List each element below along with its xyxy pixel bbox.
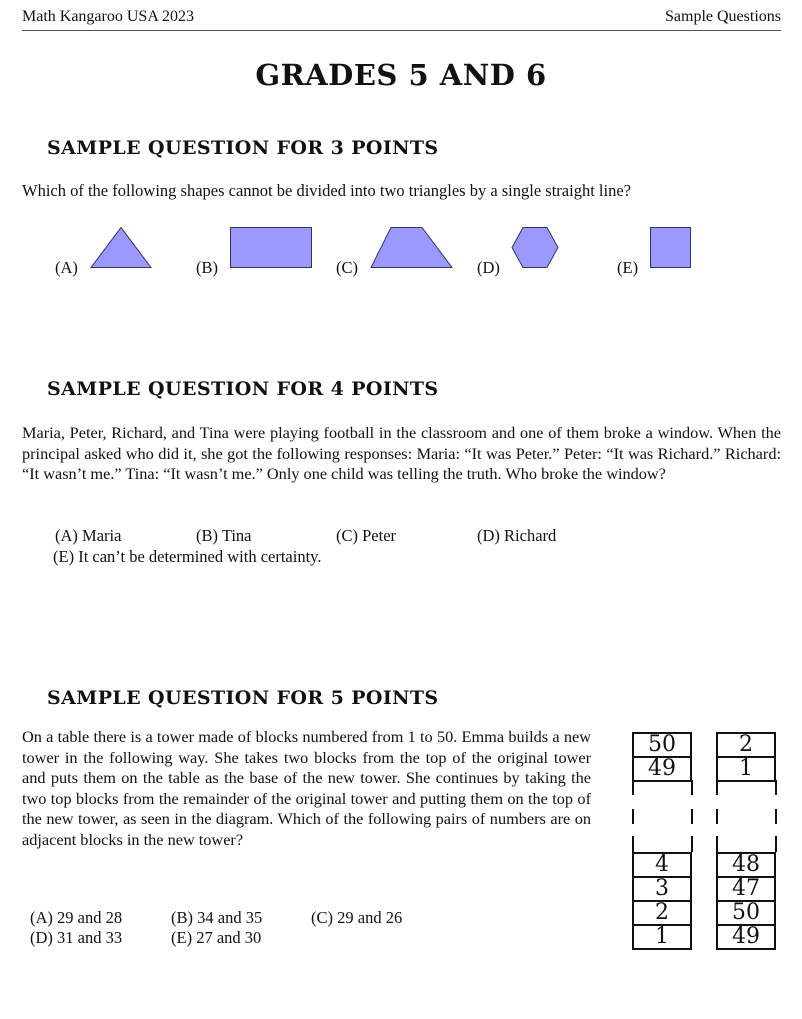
- q2-option-d: (D) Richard: [477, 526, 557, 545]
- tower-edge: [775, 836, 777, 852]
- new-tower-diagram: 2 1 48 47 50 49: [716, 732, 778, 950]
- tower-block: 3: [632, 876, 692, 902]
- tower-edge: [775, 809, 777, 824]
- q3-option-b: (B) 34 and 35: [171, 908, 263, 927]
- q1-text: Which of the following shapes cannot be …: [22, 181, 631, 200]
- tower-block: 2: [716, 732, 776, 758]
- q3-heading: SAMPLE QUESTION FOR 5 POINTS: [47, 687, 439, 709]
- tower-edge: [691, 809, 693, 824]
- tower-edge: [716, 809, 718, 824]
- tower-edge: [691, 836, 693, 852]
- page-title: GRADES 5 AND 6: [255, 58, 547, 92]
- tower-edge: [691, 780, 693, 795]
- q3-option-c: (C) 29 and 26: [311, 908, 403, 927]
- tower-edge: [775, 780, 777, 795]
- q2-text: Maria, Peter, Richard, and Tina were pla…: [22, 423, 781, 483]
- header-right-text: Sample Questions: [665, 8, 781, 25]
- q1-option-b-label: (B): [196, 258, 218, 277]
- tower-block: 1: [716, 756, 776, 782]
- tower-edge: [716, 836, 718, 852]
- tower-block: 49: [632, 756, 692, 782]
- q1-option-a-label: (A): [55, 258, 78, 277]
- q2-option-c: (C) Peter: [336, 526, 397, 545]
- header-rule: [22, 30, 781, 31]
- rectangle-shape: [230, 227, 312, 268]
- q3-option-e: (E) 27 and 30: [171, 928, 262, 947]
- q1-option-d-label: (D): [477, 258, 500, 277]
- square-shape: [650, 227, 691, 268]
- triangle-shape: [90, 226, 152, 268]
- header-left-text: Math Kangaroo USA 2023: [22, 8, 194, 25]
- tower-edge: [632, 780, 634, 795]
- tower-edge: [632, 836, 634, 852]
- q2-option-e: (E) It can’t be determined with certaint…: [53, 547, 322, 566]
- hexagon-shape: [511, 227, 559, 268]
- tower-block: 49: [716, 924, 776, 950]
- q3-option-a: (A) 29 and 28: [30, 908, 123, 927]
- tower-block: 2: [632, 900, 692, 926]
- tower-block: 1: [632, 924, 692, 950]
- q2-option-b: (B) Tina: [196, 526, 252, 545]
- original-tower-diagram: 50 49 4 3 2 1: [632, 732, 694, 950]
- tower-block: 4: [632, 852, 692, 878]
- q3-text: On a table there is a tower made of bloc…: [22, 727, 591, 849]
- q1-option-e-label: (E): [617, 258, 639, 277]
- tower-block: 50: [632, 732, 692, 758]
- trapezoid-shape: [370, 227, 453, 268]
- tower-edge: [632, 809, 634, 824]
- q2-option-a: (A) Maria: [55, 526, 122, 545]
- tower-edge: [716, 780, 718, 795]
- q2-heading: SAMPLE QUESTION FOR 4 POINTS: [47, 378, 439, 400]
- q1-option-c-label: (C): [336, 258, 358, 277]
- q1-heading: SAMPLE QUESTION FOR 3 POINTS: [47, 137, 439, 159]
- tower-block: 47: [716, 876, 776, 902]
- tower-block: 50: [716, 900, 776, 926]
- q3-option-d: (D) 31 and 33: [30, 928, 123, 947]
- tower-block: 48: [716, 852, 776, 878]
